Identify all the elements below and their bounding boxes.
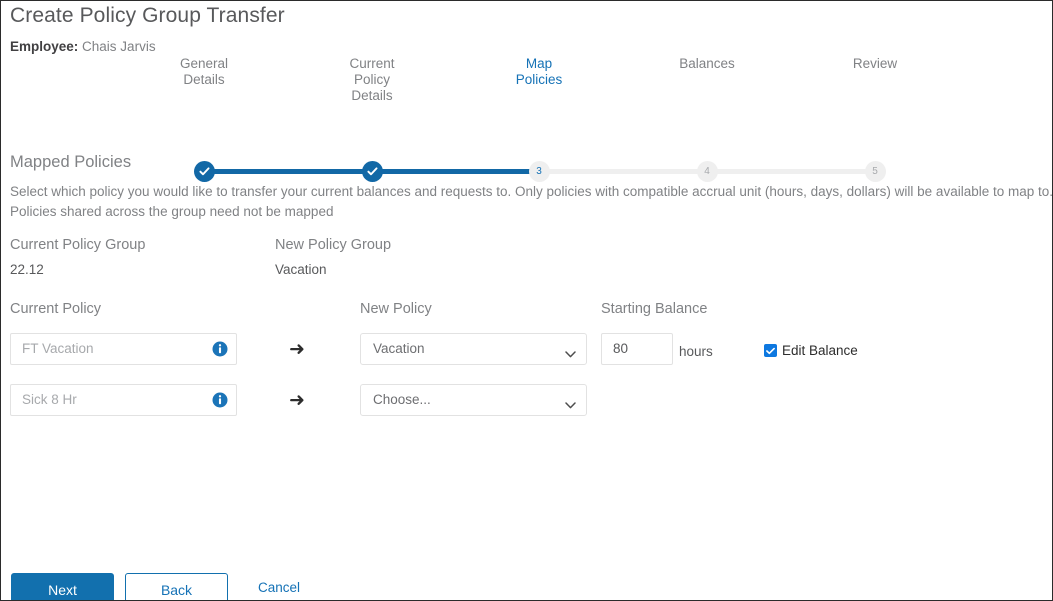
column-header-starting-balance: Starting Balance [601, 301, 708, 317]
step-review[interactable]: Review [791, 56, 959, 72]
step-label: Current Policy Details [349, 56, 395, 103]
new-policy-select-1[interactable]: Vacation [360, 333, 587, 365]
section-title: Mapped Policies [10, 153, 132, 171]
step-balances[interactable]: Balances [623, 56, 791, 72]
new-policy-select-2[interactable]: Choose... [360, 384, 587, 416]
step-label: Balances [679, 56, 735, 71]
column-header-new-policy: New Policy [360, 301, 432, 317]
info-icon[interactable] [212, 341, 228, 357]
step-node-1-complete[interactable] [193, 161, 215, 182]
info-icon[interactable] [212, 392, 228, 408]
arrow-right-icon: ➜ [289, 389, 305, 411]
chevron-down-icon [565, 345, 576, 358]
column-header-current-policy: Current Policy [10, 301, 102, 317]
current-policy-group-label: Current Policy Group [10, 237, 146, 253]
check-icon [194, 166, 215, 177]
current-policy-value: FT Vacation [22, 341, 94, 356]
step-current-policy-details[interactable]: Current Policy Details [288, 56, 456, 104]
step-map-policies[interactable]: Map Policies [455, 56, 623, 88]
new-policy-value: Vacation [373, 341, 425, 356]
table-row: Sick 8 Hr ➜ Choose... [1, 384, 1052, 422]
current-policy-field-1: FT Vacation [10, 333, 237, 365]
next-button[interactable]: Next [11, 573, 114, 600]
back-button[interactable]: Back [125, 573, 228, 600]
wizard-stepper: General Details Current Policy Details M… [1, 56, 1052, 182]
employee-line: Employee: Chais Jarvis [10, 39, 156, 54]
page-title: Create Policy Group Transfer [10, 4, 285, 27]
new-policy-group-label: New Policy Group [275, 237, 392, 253]
step-label: General Details [179, 56, 229, 87]
section-description: Select which policy you would like to tr… [10, 184, 1053, 219]
edit-balance-label: Edit Balance [782, 343, 858, 358]
policy-group-transfer-page: Create Policy Group Transfer Employee: C… [0, 0, 1053, 601]
new-policy-group-value: Vacation [275, 262, 327, 277]
step-label: Map Policies [515, 56, 563, 87]
table-row: FT Vacation ➜ Vacation 80 hours Edit Bal… [1, 333, 1052, 371]
step-node-2-complete[interactable] [361, 161, 383, 182]
starting-balance-input-1[interactable]: 80 [601, 333, 673, 365]
employee-name: Chais Jarvis [82, 39, 156, 54]
cancel-link[interactable]: Cancel [258, 580, 300, 595]
step-node-4-pending[interactable]: 4 [696, 161, 718, 182]
new-policy-value: Choose... [373, 392, 431, 407]
employee-label: Employee: [10, 39, 79, 54]
balance-unit-label: hours [679, 344, 713, 359]
edit-balance-checkbox[interactable] [764, 344, 777, 357]
step-node-3-current[interactable]: 3 [528, 161, 550, 182]
step-node-5-pending[interactable]: 5 [864, 161, 886, 182]
arrow-right-icon: ➜ [289, 338, 305, 360]
chevron-down-icon [565, 396, 576, 409]
step-label: Review [852, 56, 898, 71]
current-policy-field-2: Sick 8 Hr [10, 384, 237, 416]
current-policy-group-value: 22.12 [10, 262, 44, 277]
current-policy-value: Sick 8 Hr [22, 392, 77, 407]
step-general-details[interactable]: General Details [120, 56, 288, 88]
starting-balance-value: 80 [613, 341, 629, 356]
check-icon [362, 166, 383, 177]
footer-actions: Next Back Cancel [1, 573, 1052, 600]
